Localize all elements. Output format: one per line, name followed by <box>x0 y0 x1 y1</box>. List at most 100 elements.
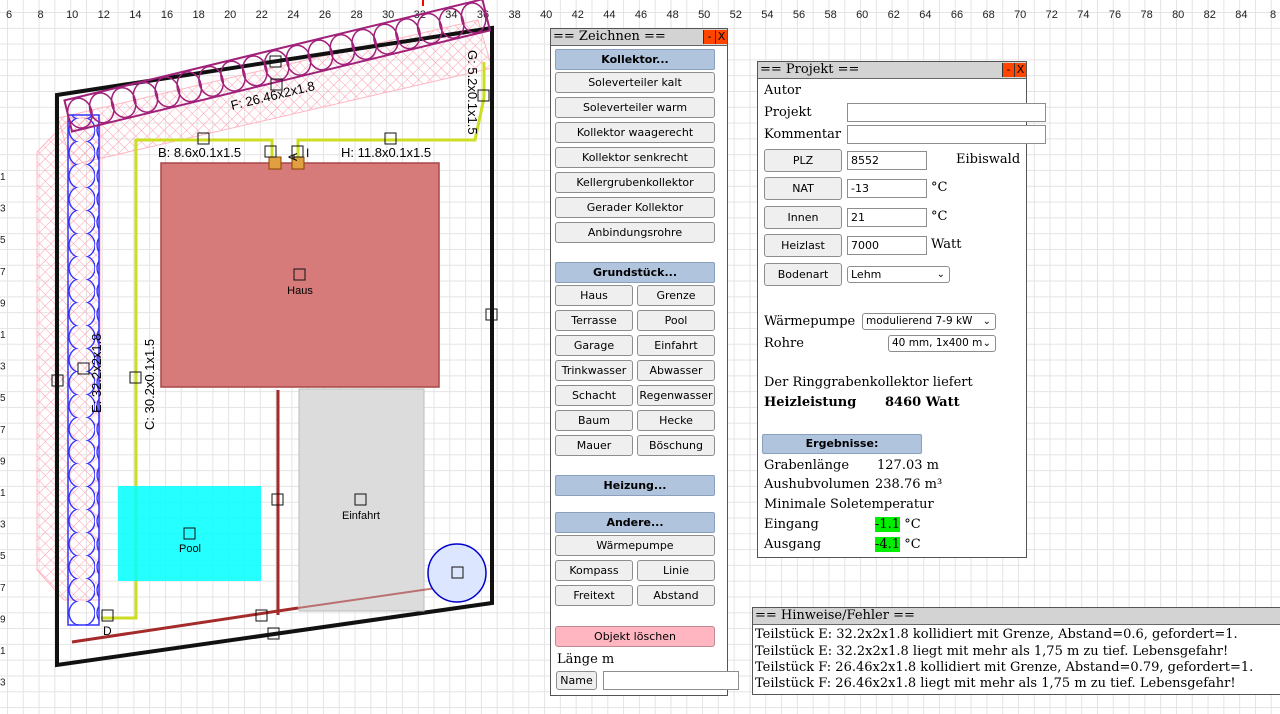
waermepumpe-draw-button[interactable]: Wärmepumpe <box>555 535 715 556</box>
kollektor-item-button[interactable]: Soleverteiler warm <box>555 97 715 118</box>
grundstueck-item-button[interactable]: Terrasse <box>555 310 633 331</box>
projekt-label: Projekt <box>764 105 812 120</box>
kommentar-input[interactable] <box>847 125 1046 144</box>
ruler-tick-label: 14 <box>129 9 141 21</box>
grundstueck-item-button[interactable]: Einfahrt <box>637 335 715 356</box>
name-input[interactable] <box>603 671 739 690</box>
grundstueck-item-button[interactable]: Regenwasser <box>637 385 715 406</box>
label-pipe-b: B: 8.6x0.1x1.5 <box>158 145 241 160</box>
projekt-title-bar[interactable]: == Projekt == - X <box>758 62 1026 79</box>
result-intro: Der Ringgrabenkollektor liefert <box>764 375 973 390</box>
ruler-tick-label: 78 <box>1140 9 1152 21</box>
freitext-button[interactable]: Freitext <box>555 585 633 606</box>
minsole-label: Minimale Soletemperatur <box>764 497 934 512</box>
hinweise-panel: == Hinweise/Fehler == Teilstück E: 32.2x… <box>752 607 1280 695</box>
grundstueck-item-button[interactable]: Haus <box>555 285 633 306</box>
house[interactable] <box>160 162 440 388</box>
eingang-label: Eingang <box>764 517 819 532</box>
ruler-tick-label: 5 <box>0 393 6 404</box>
projekt-minimize-button[interactable]: - <box>1002 63 1014 77</box>
bodenart-button[interactable]: Bodenart <box>764 263 842 286</box>
innen-button[interactable]: Innen <box>764 206 842 229</box>
ausgang-label: Ausgang <box>764 537 822 552</box>
distributor-cold[interactable] <box>268 156 282 170</box>
zeichnen-close-button[interactable]: X <box>715 30 727 44</box>
ergebnisse-section-button[interactable]: Ergebnisse: <box>762 434 922 454</box>
projekt-close-button[interactable]: X <box>1014 63 1026 77</box>
kollektor-item-button[interactable]: Kollektor senkrecht <box>555 147 715 168</box>
label-pipe-a: A <box>286 153 300 161</box>
grundstueck-section-button[interactable]: Grundstück... <box>555 262 715 283</box>
plz-input[interactable]: 8552 <box>847 151 927 170</box>
grabenlaenge-label: Grabenlänge <box>764 458 850 473</box>
zeichnen-title-bar[interactable]: == Zeichnen == - X <box>551 29 727 46</box>
ruler-tick-label: 24 <box>287 9 299 21</box>
grundstueck-item-button[interactable]: Pool <box>637 310 715 331</box>
abstand-button[interactable]: Abstand <box>637 585 715 606</box>
grundstueck-item-button[interactable]: Trinkwasser <box>555 360 633 381</box>
heizleistung-label: Heizleistung <box>764 395 857 410</box>
ruler-tick-label: 18 <box>192 9 204 21</box>
linie-button[interactable]: Linie <box>637 560 715 581</box>
zeichnen-minimize-button[interactable]: - <box>703 30 715 44</box>
name-button[interactable]: Name <box>556 671 597 690</box>
nat-input[interactable]: -13 <box>847 179 927 198</box>
grundstueck-item-button[interactable]: Böschung <box>637 435 715 456</box>
heizlast-input[interactable]: 7000 <box>847 236 927 255</box>
hint-message: Teilstück F: 26.46x2x1.8 liegt mit mehr … <box>755 676 1236 691</box>
label-pipe-h: H: 11.8x0.1x1.5 <box>341 145 431 160</box>
grundstueck-item-button[interactable]: Schacht <box>555 385 633 406</box>
plz-city: Eibiswald <box>956 152 1021 167</box>
ruler-tick-label: 76 <box>1109 9 1121 21</box>
projekt-input[interactable] <box>847 103 1046 122</box>
plz-button[interactable]: PLZ <box>764 149 842 172</box>
andere-section-button[interactable]: Andere... <box>555 512 715 533</box>
grundstueck-item-button[interactable]: Abwasser <box>637 360 715 381</box>
innen-input[interactable]: 21 <box>847 208 927 227</box>
rohre-select[interactable]: 40 mm, 1x400 m ⌄ <box>888 335 996 352</box>
kollektor-item-button[interactable]: Kollektor waagerecht <box>555 122 715 143</box>
grundstueck-item-button[interactable]: Hecke <box>637 410 715 431</box>
pool[interactable] <box>118 486 261 581</box>
ruler-tick-label: 3 <box>0 362 6 373</box>
heizung-section-button[interactable]: Heizung... <box>555 475 715 496</box>
hint-message: Teilstück E: 32.2x2x1.8 liegt mit mehr a… <box>755 644 1229 659</box>
hint-message: Teilstück F: 26.46x2x1.8 kollidiert mit … <box>755 660 1254 675</box>
eingang-unit: °C <box>904 517 921 532</box>
ruler-tick-label: 66 <box>951 9 963 21</box>
grundstueck-item-button[interactable]: Grenze <box>637 285 715 306</box>
ruler-tick-label: 1 <box>0 488 6 499</box>
ruler-tick-label: 30 <box>382 9 394 21</box>
hinweise-title-bar[interactable]: == Hinweise/Fehler == <box>753 608 1280 625</box>
ruler-tick-label: 7 <box>0 425 6 436</box>
eingang-value: -1.1 <box>875 517 901 532</box>
tree[interactable] <box>427 543 487 603</box>
kollektor-item-button[interactable]: Gerader Kollektor <box>555 197 715 218</box>
chevron-down-icon: ⌄ <box>982 338 991 349</box>
heizlast-button[interactable]: Heizlast <box>764 234 842 257</box>
waermepumpe-select[interactable]: modulierend 7-9 kW ⌄ <box>862 313 996 330</box>
grundstueck-item-button[interactable]: Mauer <box>555 435 633 456</box>
ruler-tick-label: 48 <box>666 9 678 21</box>
ruler-tick-label: 72 <box>1046 9 1058 21</box>
ruler-tick-label: 62 <box>888 9 900 21</box>
projekt-title: == Projekt == <box>760 62 860 77</box>
heizleistung-value: 8460 Watt <box>885 395 960 410</box>
delete-object-button[interactable]: Objekt löschen <box>555 626 715 647</box>
grundstueck-item-button[interactable]: Baum <box>555 410 633 431</box>
kollektor-item-button[interactable]: Anbindungsrohre <box>555 222 715 243</box>
kollektor-item-button[interactable]: Kellergrubenkollektor <box>555 172 715 193</box>
kollektor-item-button[interactable]: Soleverteiler kalt <box>555 72 715 93</box>
nat-button[interactable]: NAT <box>764 177 842 200</box>
ruler-tick-label: 9 <box>0 298 6 309</box>
ruler-tick-label: 68 <box>982 9 994 21</box>
kollektor-section-button[interactable]: Kollektor... <box>555 49 715 70</box>
eingang-reading: -1.1 °C <box>875 517 921 532</box>
label-pool: Pool <box>179 543 201 555</box>
grundstueck-item-button[interactable]: Garage <box>555 335 633 356</box>
ruler-tick-label: 3 <box>0 204 6 215</box>
bodenart-select[interactable]: Lehm ⌄ <box>847 266 950 283</box>
chevron-down-icon: ⌄ <box>982 316 991 327</box>
kompass-button[interactable]: Kompass <box>555 560 633 581</box>
driveway[interactable] <box>298 388 425 612</box>
